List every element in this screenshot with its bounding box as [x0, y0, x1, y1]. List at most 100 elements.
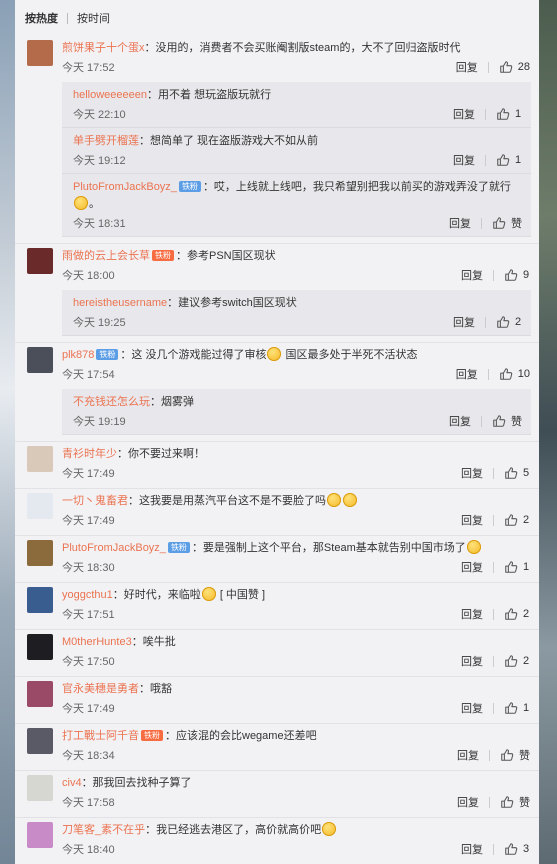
- commenter-name[interactable]: civ4: [62, 777, 82, 789]
- comment-time: 今天 18:30: [62, 562, 115, 574]
- commenter-name[interactable]: 官永美穗是勇者: [62, 683, 139, 695]
- emoji-icon: [267, 347, 282, 361]
- like-button[interactable]: 1: [504, 701, 530, 715]
- avatar[interactable]: [27, 822, 53, 848]
- reply-button[interactable]: 回复: [461, 512, 483, 528]
- like-button[interactable]: 3: [504, 842, 530, 856]
- avatar[interactable]: [27, 728, 53, 754]
- like-button[interactable]: 1: [496, 107, 522, 121]
- like-button[interactable]: 2: [504, 513, 530, 527]
- commenter-name[interactable]: 打工戰士阿千音: [62, 730, 139, 742]
- like-button[interactable]: 9: [504, 268, 530, 282]
- comment-actions: 回复 1: [453, 152, 531, 168]
- comment-text: ：用不着 想玩盗版玩就行: [147, 89, 272, 101]
- like-button[interactable]: 5: [504, 466, 530, 480]
- reply-button[interactable]: 回复: [461, 653, 483, 669]
- comment-content: PlutoFromJackBoyz_ 铁粉 ：哎，上线就上线吧，我只希望别把我以前买…: [73, 179, 531, 213]
- commenter-name[interactable]: 青衫时年少: [62, 448, 117, 460]
- reply-list: helloweeeeeen：用不着 想玩盗版玩就行 今天 22:10 回复 1 单手劈开…: [62, 82, 531, 237]
- like-button[interactable]: 2: [504, 607, 530, 621]
- like-button[interactable]: 赞: [492, 413, 522, 429]
- comment-item: civ4：那我回去找种子算了 今天 17:58 回复 赞: [15, 770, 539, 817]
- action-divider: [493, 514, 494, 526]
- like-count: 9: [523, 269, 530, 281]
- reply-button[interactable]: 回复: [461, 700, 483, 716]
- comment-text-continued: 国区最多处于半死不活状态: [282, 349, 418, 361]
- thumbs-up-icon: [501, 749, 514, 761]
- commenter-name[interactable]: helloweeeeeen: [73, 89, 147, 101]
- reply-button[interactable]: 回复: [457, 794, 479, 810]
- commenter-name[interactable]: 一切丶鬼畜君: [62, 495, 128, 507]
- avatar[interactable]: [27, 40, 53, 66]
- comment-item: yoggcthu1：好时代，来临啦 [ 中国赞 ] 今天 17:51 回复 2: [15, 582, 539, 629]
- comment-time: 今天 18:40: [62, 844, 115, 856]
- comment-text: ：哦豁: [139, 683, 172, 695]
- comment-time: 今天 17:49: [62, 703, 115, 715]
- commenter-name[interactable]: 刀笔客_素不在乎: [62, 824, 145, 836]
- reply-item: PlutoFromJackBoyz_ 铁粉 ：哎，上线就上线吧，我只希望别把我以前买…: [62, 174, 531, 237]
- comment-text: ：那我回去找种子算了: [81, 777, 192, 789]
- commenter-name[interactable]: hereistheusername: [73, 297, 167, 309]
- comment-time: 今天 19:19: [73, 416, 126, 428]
- avatar[interactable]: [27, 634, 53, 660]
- commenter-name[interactable]: PlutoFromJackBoyz_: [73, 181, 177, 193]
- commenter-name[interactable]: plk878: [62, 349, 94, 361]
- comment-text: ：你不要过来啊！: [117, 448, 205, 460]
- avatar[interactable]: [27, 587, 53, 613]
- commenter-name[interactable]: yoggcthu1: [62, 589, 113, 601]
- comment-meta: 今天 19:12 回复 1: [73, 151, 531, 169]
- sort-by-time-tab[interactable]: 按时间: [77, 10, 110, 26]
- avatar[interactable]: [27, 493, 53, 519]
- commenter-name[interactable]: 煎饼果子十个蛋x: [62, 42, 145, 54]
- reply-button[interactable]: 回复: [461, 559, 483, 575]
- comment-meta: 今天 17:50 回复 2: [62, 652, 539, 670]
- commenter-name[interactable]: PlutoFromJackBoyz_: [62, 542, 166, 554]
- reply-button[interactable]: 回复: [453, 106, 475, 122]
- avatar[interactable]: [27, 347, 53, 373]
- like-button[interactable]: 赞: [500, 747, 530, 763]
- like-button[interactable]: 1: [496, 153, 522, 167]
- like-button[interactable]: 赞: [500, 794, 530, 810]
- like-button[interactable]: 10: [499, 367, 530, 381]
- avatar[interactable]: [27, 446, 53, 472]
- action-divider: [493, 843, 494, 855]
- action-divider: [493, 269, 494, 281]
- comment-content: 官永美穗是勇者：哦豁: [62, 681, 539, 698]
- emoji-icon: [322, 822, 337, 836]
- reply-button[interactable]: 回复: [461, 841, 483, 857]
- reply-button[interactable]: 回复: [456, 59, 478, 75]
- reply-button[interactable]: 回复: [461, 267, 483, 283]
- reply-button[interactable]: 回复: [461, 606, 483, 622]
- comment-content: 雨做的云上会长草 铁粉 ：参考PSN国区现状: [62, 248, 539, 265]
- avatar[interactable]: [27, 540, 53, 566]
- sort-by-hot-tab[interactable]: 按热度: [25, 10, 58, 26]
- reply-button[interactable]: 回复: [449, 413, 471, 429]
- reply-button[interactable]: 回复: [461, 465, 483, 481]
- like-button[interactable]: 2: [504, 654, 530, 668]
- commenter-name[interactable]: 不充钱还怎么玩: [73, 396, 150, 408]
- reply-button[interactable]: 回复: [449, 215, 471, 231]
- reply-button[interactable]: 回复: [456, 366, 478, 382]
- reply-button[interactable]: 回复: [453, 314, 475, 330]
- thumbs-up-icon: [499, 368, 512, 380]
- like-button[interactable]: 28: [499, 60, 530, 74]
- reply-list: hereistheusername：建议参考switch国区现状 今天 19:25…: [62, 290, 531, 336]
- like-button[interactable]: 赞: [492, 215, 522, 231]
- comment-actions: 回复 1: [461, 700, 539, 716]
- commenter-name[interactable]: 雨做的云上会长草: [62, 250, 150, 262]
- comment-meta: 今天 17:49 回复 2: [62, 511, 539, 529]
- reply-button[interactable]: 回复: [453, 152, 475, 168]
- avatar[interactable]: [27, 775, 53, 801]
- comment-actions: 回复 9: [461, 267, 539, 283]
- like-button[interactable]: 2: [496, 315, 522, 329]
- reply-item: hereistheusername：建议参考switch国区现状 今天 19:25…: [62, 290, 531, 336]
- avatar[interactable]: [27, 248, 53, 274]
- comment-meta: 今天 17:58 回复 赞: [62, 793, 539, 811]
- comment-text: ：这我要是用蒸汽平台这不是不要脸了吗: [128, 495, 326, 507]
- commenter-name[interactable]: 单手劈开榴莲: [73, 135, 139, 147]
- comment-content: 单手劈开榴莲：想简单了 现在盗版游戏大不如从前: [73, 133, 531, 150]
- commenter-name[interactable]: M0therHunte3: [62, 636, 132, 648]
- avatar[interactable]: [27, 681, 53, 707]
- reply-button[interactable]: 回复: [457, 747, 479, 763]
- like-button[interactable]: 1: [504, 560, 530, 574]
